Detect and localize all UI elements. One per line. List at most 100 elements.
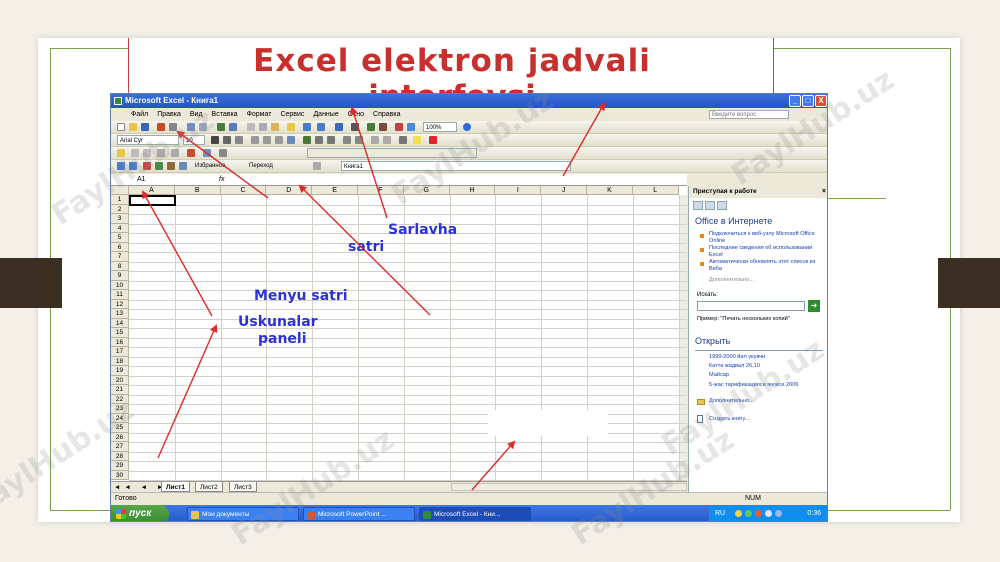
undo-icon[interactable] xyxy=(303,123,311,131)
paste-icon[interactable] xyxy=(271,123,279,131)
link-auto-update[interactable]: Автоматически обновлять этот список из В… xyxy=(709,259,821,273)
sort-descending-icon[interactable] xyxy=(379,123,387,131)
open-icon[interactable] xyxy=(129,123,137,131)
row-header-12[interactable]: 12 xyxy=(111,299,129,309)
menu-insert[interactable]: Вставка xyxy=(212,108,238,121)
menu-data[interactable]: Данные xyxy=(313,108,338,121)
increase-indent-icon[interactable] xyxy=(383,136,391,144)
column-header-b[interactable]: B xyxy=(174,186,221,195)
row-header-27[interactable]: 27 xyxy=(111,442,129,452)
column-header-e[interactable]: E xyxy=(312,186,358,195)
pane-forward-icon[interactable] xyxy=(705,201,715,210)
row-header-15[interactable]: 15 xyxy=(111,328,129,338)
align-left-icon[interactable] xyxy=(251,136,259,144)
menu-window[interactable]: Окно xyxy=(348,108,364,121)
pane-search-input[interactable] xyxy=(697,301,805,311)
row-header-20[interactable]: 20 xyxy=(111,375,129,385)
column-header-d[interactable]: D xyxy=(266,186,313,195)
menu-file[interactable]: Файл xyxy=(131,108,148,121)
bold-icon[interactable] xyxy=(211,136,219,144)
merge-center-icon[interactable] xyxy=(287,136,295,144)
column-header-h[interactable]: H xyxy=(449,186,496,195)
decrease-decimal-icon[interactable] xyxy=(355,136,363,144)
show-only-web-toolbar-icon[interactable] xyxy=(313,162,321,170)
zoom-select[interactable]: 100% xyxy=(423,122,457,132)
row-header-6[interactable]: 6 xyxy=(111,242,129,252)
column-header-a[interactable]: A xyxy=(129,186,175,195)
language-indicator[interactable]: RU xyxy=(715,510,725,517)
font-color-icon[interactable] xyxy=(429,136,437,144)
column-header-k[interactable]: K xyxy=(587,186,633,195)
autosum-icon[interactable] xyxy=(351,123,359,131)
row-header-5[interactable]: 5 xyxy=(111,233,129,243)
row-header-9[interactable]: 9 xyxy=(111,271,129,281)
search-web-icon[interactable] xyxy=(179,162,187,170)
new-icon[interactable] xyxy=(117,123,125,131)
row-header-18[interactable]: 18 xyxy=(111,356,129,366)
comma-style-icon[interactable] xyxy=(327,136,335,144)
sheet-tab-3[interactable]: Лист3 xyxy=(229,482,257,492)
save-icon[interactable] xyxy=(141,123,149,131)
volume-icon[interactable] xyxy=(775,510,782,517)
goto-menu[interactable]: Переход xyxy=(247,161,287,171)
row-header-29[interactable]: 29 xyxy=(111,461,129,471)
format-painter-icon[interactable] xyxy=(287,123,295,131)
percent-icon[interactable] xyxy=(315,136,323,144)
tray-icon[interactable] xyxy=(735,510,742,517)
active-cell-a1[interactable] xyxy=(129,195,176,206)
minimize-button[interactable]: _ xyxy=(789,95,801,107)
taskbar-item-excel[interactable]: Microsoft Excel - Кни... xyxy=(419,507,531,521)
fill-color-icon[interactable] xyxy=(413,136,421,144)
currency-icon[interactable] xyxy=(303,136,311,144)
link-excel-news[interactable]: Последние сведения об использовании Exce… xyxy=(709,245,821,259)
pane-back-icon[interactable] xyxy=(693,201,703,210)
ask-question-input[interactable]: Введите вопрос xyxy=(709,110,789,119)
underline-icon[interactable] xyxy=(235,136,243,144)
column-header-l[interactable]: L xyxy=(632,186,679,195)
row-header-14[interactable]: 14 xyxy=(111,318,129,328)
chart-wizard-icon[interactable] xyxy=(395,123,403,131)
taskbar-item-powerpoint[interactable]: Microsoft PowerPoint ... xyxy=(303,507,415,521)
link-more-online[interactable]: Дополнительно... xyxy=(709,277,821,284)
sort-ascending-icon[interactable] xyxy=(367,123,375,131)
sheet-tab-1[interactable]: Лист1 xyxy=(161,482,190,492)
tray-icon[interactable] xyxy=(745,510,752,517)
row-header-10[interactable]: 10 xyxy=(111,280,129,290)
row-header-11[interactable]: 11 xyxy=(111,290,129,300)
pane-home-icon[interactable] xyxy=(717,201,727,210)
increase-decimal-icon[interactable] xyxy=(343,136,351,144)
excel-titlebar[interactable]: Microsoft Excel - Книга1 _ □ X xyxy=(111,94,827,108)
row-header-4[interactable]: 4 xyxy=(111,223,129,233)
decrease-indent-icon[interactable] xyxy=(371,136,379,144)
start-button[interactable]: пуск xyxy=(111,505,169,521)
redo-icon[interactable] xyxy=(317,123,325,131)
menu-help[interactable]: Справка xyxy=(373,108,400,121)
row-header-7[interactable]: 7 xyxy=(111,252,129,262)
menu-format[interactable]: Формат xyxy=(247,108,272,121)
reply-with-changes-icon[interactable] xyxy=(219,149,227,157)
row-header-16[interactable]: 16 xyxy=(111,337,129,347)
column-header-j[interactable]: J xyxy=(541,186,587,195)
align-center-icon[interactable] xyxy=(263,136,271,144)
row-header-2[interactable]: 2 xyxy=(111,204,129,214)
row-header-8[interactable]: 8 xyxy=(111,261,129,271)
column-header-c[interactable]: C xyxy=(220,186,267,195)
borders-icon[interactable] xyxy=(399,136,407,144)
align-right-icon[interactable] xyxy=(275,136,283,144)
task-pane-close-icon[interactable]: × xyxy=(822,186,826,198)
research-icon[interactable] xyxy=(229,123,237,131)
hyperlink-icon[interactable] xyxy=(335,123,343,131)
row-header-13[interactable]: 13 xyxy=(111,309,129,319)
search-go-icon[interactable]: ➔ xyxy=(808,300,820,312)
drawing-icon[interactable] xyxy=(407,123,415,131)
cut-icon[interactable] xyxy=(247,123,255,131)
maximize-button[interactable]: □ xyxy=(802,95,814,107)
row-header-30[interactable]: 30 xyxy=(111,470,129,480)
column-header-i[interactable]: I xyxy=(495,186,542,195)
row-header-3[interactable]: 3 xyxy=(111,214,129,224)
favorites-menu[interactable]: Избранное xyxy=(193,161,243,171)
tray-icon[interactable] xyxy=(755,510,762,517)
tray-icon[interactable] xyxy=(765,510,772,517)
link-office-online[interactable]: Подключиться к веб-узлу Microsoft Office… xyxy=(709,231,821,245)
fx-icon[interactable]: fx xyxy=(219,175,224,185)
